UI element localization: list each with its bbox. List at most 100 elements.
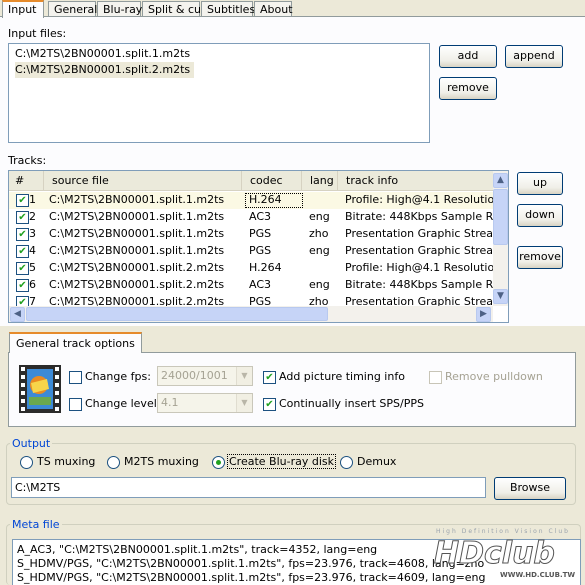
track-cell-num: 4	[29, 244, 36, 257]
column-header-num[interactable]: #	[9, 171, 44, 191]
track-row[interactable]: ✔ 2 C:\M2TS\2BN00001.split.1.m2ts AC3 eng Bit…	[9, 209, 493, 226]
track-cell-codec: AC3	[249, 278, 272, 291]
remove-pulldown-checkbox[interactable]	[429, 371, 442, 384]
remove-file-button[interactable]: remove	[439, 77, 497, 100]
tracks-grid[interactable]: # source file codec lang track info ✔ 1 C:…	[8, 170, 509, 323]
m2ts-muxing-radio[interactable]	[107, 456, 120, 469]
level-select-value: 4.1	[161, 396, 179, 409]
chevron-down-icon[interactable]: ▼	[236, 367, 252, 385]
cell-focus-rect	[245, 193, 303, 208]
change-level-checkbox[interactable]	[69, 398, 82, 411]
tracks-horizontal-scrollbar[interactable]: ◀ ▶	[9, 306, 493, 322]
tracks-label: Tracks:	[8, 154, 47, 167]
output-path-input[interactable]: C:\M2TS	[11, 477, 486, 498]
fps-select[interactable]: 24000/1001 ▼	[157, 366, 253, 386]
ts-muxing-radio[interactable]	[20, 456, 33, 469]
watermark-tagline: High Definition Vision Club	[436, 528, 570, 535]
meta-file-legend: Meta file	[10, 518, 62, 531]
tab-input[interactable]: Input	[2, 0, 44, 18]
track-cell-file: C:\M2TS\2BN00001.split.2.m2ts	[49, 261, 225, 274]
browse-button[interactable]: Browse	[494, 477, 566, 500]
track-cell-info: Presentation Graphic Stream #	[345, 244, 493, 257]
scroll-up-icon[interactable]: ▲	[493, 173, 508, 188]
track-up-button[interactable]: up	[517, 172, 563, 195]
track-cell-lang: eng	[309, 278, 330, 291]
track-row[interactable]: ✔ 1 C:\M2TS\2BN00001.split.1.m2ts H.264 Prof…	[9, 192, 493, 209]
add-button[interactable]: add	[439, 45, 497, 68]
track-cell-info: Bitrate: 448Kbps Sample Rate:	[345, 278, 493, 291]
tab-subtitles[interactable]: Subtitles	[201, 1, 255, 17]
hdclub-watermark: High Definition Vision Club HDclub WWW.H…	[430, 528, 582, 584]
track-cell-lang	[309, 260, 338, 277]
change-level-label: Change level:	[85, 397, 161, 410]
output-legend: Output	[10, 437, 53, 450]
track-row[interactable]: ✔ 4 C:\M2TS\2BN00001.split.1.m2ts PGS eng Pre…	[9, 243, 493, 260]
m2ts-muxing-label: M2TS muxing	[124, 455, 199, 468]
track-enabled-checkbox[interactable]: ✔	[16, 211, 29, 224]
tracks-vertical-scrollbar[interactable]: ▲ ▼	[493, 171, 508, 306]
track-cell-num: 3	[29, 227, 36, 240]
film-reel-icon	[19, 365, 61, 413]
level-select[interactable]: 4.1 ▼	[157, 393, 253, 413]
track-cell-file: C:\M2TS\2BN00001.split.1.m2ts	[49, 244, 225, 257]
general-track-options-tab[interactable]: General track options	[9, 332, 142, 353]
demux-radio[interactable]	[340, 456, 353, 469]
track-cell-info: Bitrate: 448Kbps Sample Rate:	[345, 210, 493, 223]
scroll-left-icon[interactable]: ◀	[10, 307, 25, 322]
track-cell-codec: PGS	[249, 227, 272, 240]
remove-pulldown-label: Remove pulldown	[445, 370, 543, 383]
create-bluray-radio[interactable]	[212, 456, 225, 469]
track-cell-lang: eng	[309, 244, 330, 257]
tab-bluray[interactable]: Blu-ray	[97, 1, 142, 17]
ts-muxing-label: TS muxing	[37, 455, 96, 468]
track-cell-codec: H.264	[249, 261, 282, 274]
track-cell-lang: eng	[309, 210, 330, 223]
column-header-source-file[interactable]: source file	[44, 171, 242, 191]
tab-split-cut[interactable]: Split & cut	[142, 1, 205, 17]
add-timing-checkbox[interactable]: ✔	[263, 371, 276, 384]
track-cell-file: C:\M2TS\2BN00001.split.2.m2ts	[49, 278, 225, 291]
track-remove-button[interactable]: remove	[517, 246, 563, 269]
track-cell-codec: PGS	[249, 244, 272, 257]
input-files-list[interactable]: C:\M2TS\2BN00001.split.1.m2ts C:\M2TS\2B…	[8, 43, 430, 143]
column-header-lang[interactable]: lang	[302, 171, 338, 191]
column-header-track-info[interactable]: track info	[338, 171, 493, 191]
chevron-down-icon[interactable]: ▼	[236, 394, 252, 412]
general-track-options-panel: Change fps: 24000/1001 ▼ Change level: 4.…	[8, 352, 576, 427]
track-cell-info: Presentation Graphic Stream #	[345, 227, 493, 240]
track-cell-num: 1	[29, 193, 36, 206]
scroll-thumb[interactable]	[493, 189, 508, 245]
column-header-codec[interactable]: codec	[242, 171, 302, 191]
insert-sps-checkbox[interactable]: ✔	[263, 398, 276, 411]
track-cell-lang	[309, 192, 338, 209]
track-cell-file: C:\M2TS\2BN00001.split.1.m2ts	[49, 193, 225, 206]
track-row[interactable]: ✔ 5 C:\M2TS\2BN00001.split.2.m2ts H.264 Prof…	[9, 260, 493, 277]
scroll-thumb-horizontal[interactable]	[26, 307, 328, 321]
add-timing-label: Add picture timing info	[279, 370, 405, 383]
tab-strip: Input General Blu-ray Split & cut Subtit…	[0, 0, 585, 18]
track-enabled-checkbox[interactable]: ✔	[16, 279, 29, 292]
track-down-button[interactable]: down	[517, 204, 563, 227]
input-file-item[interactable]: C:\M2TS\2BN00001.split.2.m2ts	[15, 62, 195, 78]
track-row[interactable]: ✔ 6 C:\M2TS\2BN00001.split.2.m2ts AC3 eng Bit…	[9, 277, 493, 294]
track-enabled-checkbox[interactable]: ✔	[16, 194, 29, 207]
change-fps-label: Change fps:	[85, 370, 151, 383]
input-file-item[interactable]: C:\M2TS\2BN00001.split.1.m2ts	[9, 46, 429, 62]
tracks-grid-header: # source file codec lang track info	[9, 171, 493, 191]
track-row[interactable]: ✔ 3 C:\M2TS\2BN00001.split.1.m2ts PGS zho Pre…	[9, 226, 493, 243]
track-cell-file: C:\M2TS\2BN00001.split.1.m2ts	[49, 210, 225, 223]
append-button[interactable]: append	[505, 45, 563, 68]
track-enabled-checkbox[interactable]: ✔	[16, 245, 29, 258]
input-files-label: Input files:	[8, 27, 67, 40]
track-cell-codec: AC3	[249, 210, 272, 223]
scroll-right-icon[interactable]: ▶	[476, 307, 491, 322]
track-cell-info: Profile: High@4.1 Resolution:	[345, 193, 493, 206]
change-fps-checkbox[interactable]	[69, 371, 82, 384]
demux-label: Demux	[357, 455, 397, 468]
tab-about[interactable]: About	[254, 1, 293, 17]
tab-general[interactable]: General	[48, 1, 97, 17]
track-enabled-checkbox[interactable]: ✔	[16, 262, 29, 275]
watermark-url: WWW.HD.CLUB.TW	[500, 571, 576, 579]
scroll-down-icon[interactable]: ▼	[493, 289, 508, 304]
track-enabled-checkbox[interactable]: ✔	[16, 228, 29, 241]
